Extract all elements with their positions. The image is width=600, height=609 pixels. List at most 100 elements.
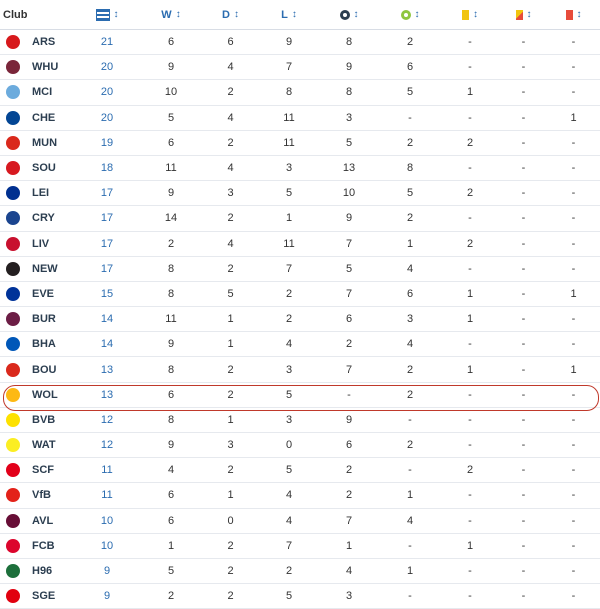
club-crest-icon bbox=[6, 286, 20, 301]
club-abbreviation[interactable]: BOU bbox=[32, 364, 56, 376]
losses-column-header[interactable]: L ↕ bbox=[260, 0, 318, 29]
table-row[interactable]: H96 9 5 2 2 4 1 - - - bbox=[0, 559, 600, 585]
red-cards-cell: 1 bbox=[570, 363, 577, 376]
losses-cell: 5 bbox=[285, 590, 293, 603]
wins-cell: 5 bbox=[167, 111, 175, 124]
matches-played-cell: 13 bbox=[100, 363, 114, 376]
goals-cell: 6 bbox=[345, 313, 353, 326]
red-cards-cell: - bbox=[571, 36, 576, 49]
table-row[interactable]: CRY 17 14 2 1 9 2 - - - bbox=[0, 206, 600, 232]
club-abbreviation[interactable]: EVE bbox=[32, 288, 54, 300]
red-cards-cell: 1 bbox=[570, 287, 577, 300]
wins-cell: 6 bbox=[167, 136, 175, 149]
goals-cell: 5 bbox=[345, 262, 353, 275]
club-abbreviation[interactable]: ARS bbox=[32, 36, 55, 48]
assists-cell: 1 bbox=[406, 565, 414, 578]
table-row[interactable]: EVE 15 8 5 2 7 6 1 - 1 bbox=[0, 282, 600, 308]
table-row[interactable]: FCB 10 1 2 7 1 - 1 - - bbox=[0, 534, 600, 559]
club-abbreviation[interactable]: FCB bbox=[32, 540, 55, 552]
club-abbreviation[interactable]: LEI bbox=[32, 187, 49, 199]
club-abbreviation[interactable]: SOU bbox=[32, 162, 56, 174]
table-row[interactable]: LIV 17 2 4 11 7 1 2 - - bbox=[0, 232, 600, 257]
club-abbreviation[interactable]: MCI bbox=[32, 86, 52, 98]
yellow-cards-column-header[interactable]: ↕ bbox=[440, 0, 500, 29]
assists-cell: 1 bbox=[406, 489, 414, 502]
goals-column-header[interactable]: ↕ bbox=[318, 0, 380, 29]
table-row[interactable]: AVL 10 6 0 4 7 4 - - - bbox=[0, 509, 600, 534]
losses-cell: 2 bbox=[285, 313, 293, 326]
draws-cell: 2 bbox=[227, 590, 234, 603]
assists-cell: 5 bbox=[406, 187, 414, 200]
assists-cell: 2 bbox=[406, 439, 414, 452]
red-cards-cell: - bbox=[571, 162, 576, 175]
wins-cell: 9 bbox=[167, 439, 175, 452]
table-row[interactable]: MUN 19 6 2 11 5 2 2 - - bbox=[0, 131, 600, 156]
table-row[interactable]: SCF 11 4 2 5 2 - 2 - - bbox=[0, 458, 600, 484]
losses-cell: 5 bbox=[285, 464, 293, 477]
club-header-label: Club bbox=[3, 8, 28, 21]
table-row[interactable]: BUR 14 11 1 2 6 3 1- - bbox=[0, 307, 600, 333]
wins-cell: 5 bbox=[167, 565, 175, 578]
club-abbreviation[interactable]: WAT bbox=[32, 439, 56, 451]
losses-cell: 8 bbox=[285, 86, 293, 99]
table-row[interactable]: MCI 20 10 2 8 8 5 1 - - bbox=[0, 80, 600, 106]
club-abbreviation[interactable]: AVL bbox=[32, 515, 53, 527]
table-row[interactable]: WHU 20 9 4 7 9 6 - - - bbox=[0, 55, 600, 81]
club-crest-icon bbox=[6, 362, 20, 377]
second-yellow-column-header[interactable]: ↕ bbox=[500, 0, 547, 29]
matches-played-cell: 18 bbox=[100, 162, 114, 175]
table-row[interactable]: WAT 12 9 3 0 6 2 - - - bbox=[0, 433, 600, 459]
club-abbreviation[interactable]: MUN bbox=[32, 137, 57, 149]
assists-cell: 4 bbox=[406, 514, 414, 527]
table-row[interactable]: SGE 9 2 2 5 3 - - - - bbox=[0, 584, 600, 609]
club-abbreviation[interactable]: WHU bbox=[32, 61, 58, 73]
wins-cell: 8 bbox=[167, 413, 175, 426]
losses-cell: 0 bbox=[285, 439, 293, 452]
second-yellow-cell: - bbox=[521, 565, 526, 578]
table-row[interactable]: VfB 11 6 1 4 2 1 - - - bbox=[0, 483, 600, 509]
table-row[interactable]: NEW 17 8 2 7 5 4 - - - bbox=[0, 257, 600, 282]
table-row[interactable]: BOU 13 8 2 3 7 2 1 - 1 bbox=[0, 357, 600, 383]
losses-header-label: L bbox=[281, 8, 288, 21]
club-abbreviation[interactable]: WOL bbox=[32, 389, 58, 401]
draws-cell: 2 bbox=[227, 86, 234, 99]
club-abbreviation[interactable]: BUR bbox=[32, 313, 56, 325]
club-abbreviation[interactable]: VfB bbox=[32, 489, 51, 501]
club-abbreviation[interactable]: LIV bbox=[32, 238, 49, 250]
club-crest-icon bbox=[6, 110, 20, 125]
red-cards-column-header[interactable]: ↕ bbox=[547, 0, 600, 29]
table-row[interactable]: BVB 12 8 1 3 9 - - - - bbox=[0, 408, 600, 433]
wins-column-header[interactable]: W ↕ bbox=[141, 0, 201, 29]
assists-cell: 2 bbox=[406, 212, 414, 225]
losses-cell: 3 bbox=[285, 413, 293, 426]
table-row[interactable]: LEI 17 9 3 5 10 5 2 - - bbox=[0, 181, 600, 207]
club-abbreviation[interactable]: BVB bbox=[32, 414, 55, 426]
losses-cell: 7 bbox=[285, 539, 293, 552]
assists-cell: 4 bbox=[406, 262, 414, 275]
club-crest-icon bbox=[6, 387, 20, 402]
red-cards-cell: - bbox=[571, 262, 576, 275]
club-abbreviation[interactable]: NEW bbox=[32, 263, 58, 275]
club-abbreviation[interactable]: CHE bbox=[32, 112, 55, 124]
wins-cell: 6 bbox=[167, 36, 175, 49]
club-abbreviation[interactable]: BHA bbox=[32, 338, 56, 350]
assists-column-header[interactable]: ↕ bbox=[380, 0, 440, 29]
table-row[interactable]: ARS 21 6 6 9 8 2 - - - bbox=[0, 30, 600, 56]
table-row[interactable]: SOU 18 11 4 3 13 8 - - - bbox=[0, 156, 600, 182]
club-abbreviation[interactable]: CRY bbox=[32, 212, 55, 224]
club-abbreviation[interactable]: SCF bbox=[32, 464, 54, 476]
matches-played-cell: 21 bbox=[100, 36, 114, 49]
table-row[interactable]: WOL 13 6 2 5 - 2 - - - bbox=[0, 383, 600, 408]
red-cards-cell: - bbox=[571, 313, 576, 326]
club-abbreviation[interactable]: H96 bbox=[32, 565, 52, 577]
goals-cell: 4 bbox=[345, 565, 353, 578]
club-abbreviation[interactable]: SGE bbox=[32, 590, 55, 602]
draws-column-header[interactable]: D ↕ bbox=[201, 0, 260, 29]
table-row[interactable]: BHA 14 9 1 4 2 4- - - bbox=[0, 332, 600, 358]
table-row[interactable]: CHE 20 5 4 11 3 - - - 1 bbox=[0, 106, 600, 131]
assists-cell: 5 bbox=[406, 86, 414, 99]
yellow-card-icon bbox=[462, 9, 469, 20]
matches-played-cell: 20 bbox=[100, 111, 114, 124]
matches-played-column-header[interactable]: ↕ bbox=[73, 0, 141, 29]
assists-cell: 2 bbox=[406, 363, 414, 376]
